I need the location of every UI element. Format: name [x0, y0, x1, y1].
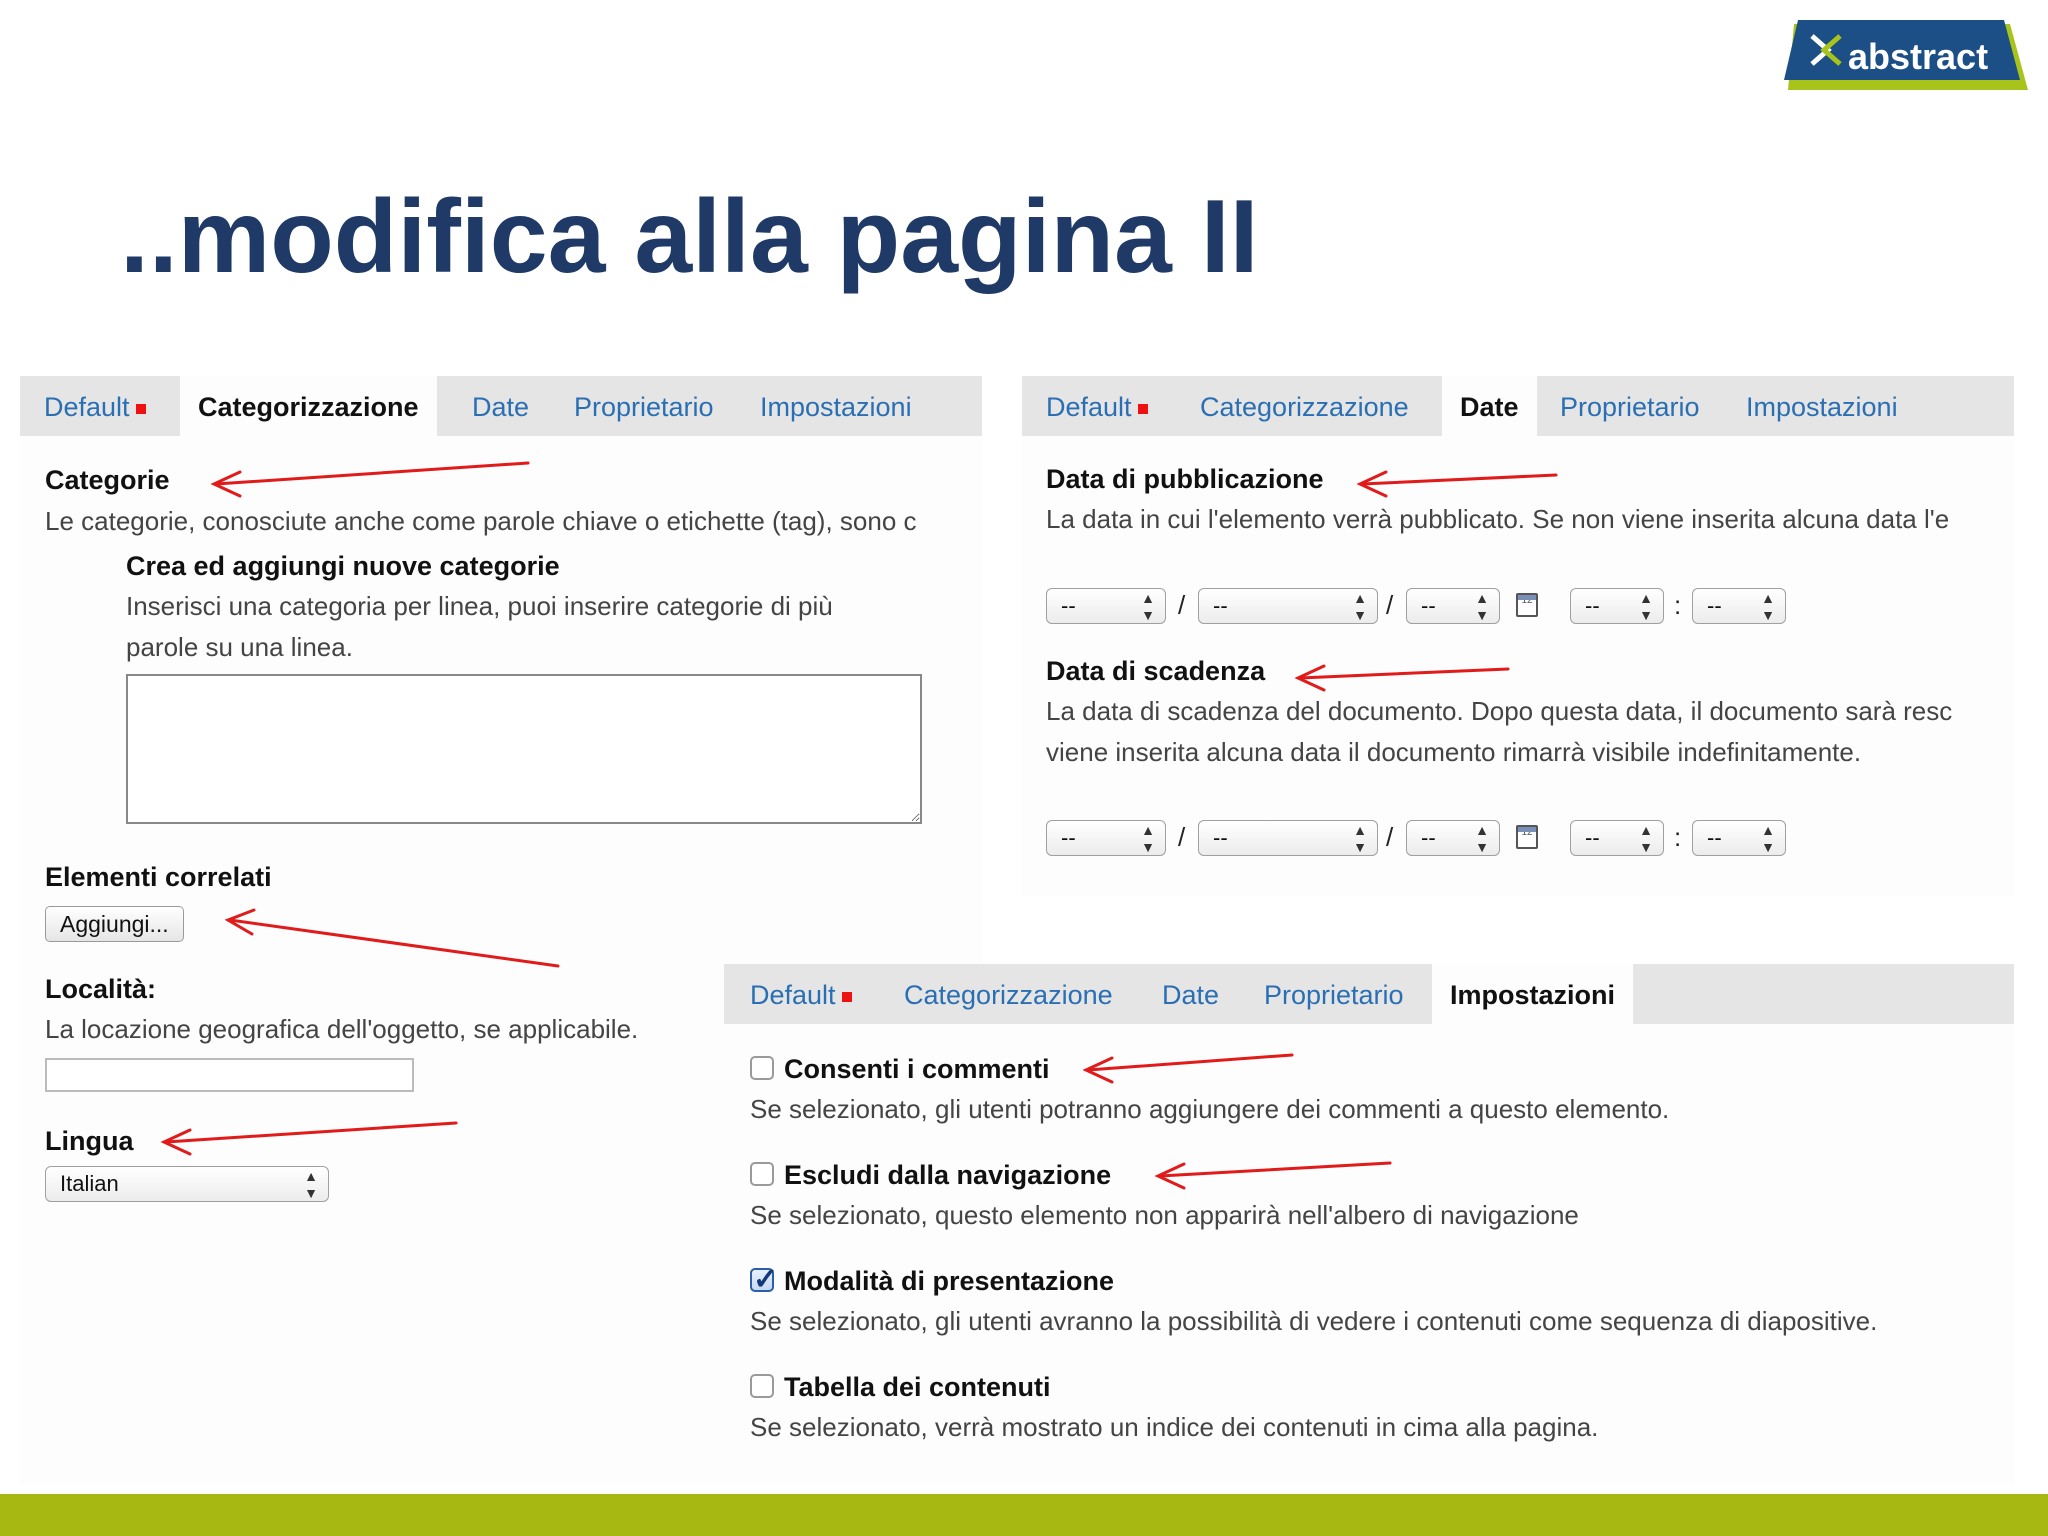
pub-minute-select[interactable]: -- ▲ ▼ — [1692, 588, 1786, 624]
tab-categorizzazione[interactable]: Categorizzazione — [180, 376, 437, 436]
elementi-correlati-label: Elementi correlati — [45, 862, 272, 892]
select-arrows-icon: ▲ ▼ — [1639, 590, 1653, 623]
presentazione-checkbox[interactable] — [750, 1262, 778, 1297]
exp-day-select[interactable]: -- ▲ ▼ — [1046, 820, 1166, 856]
required-marker — [841, 991, 852, 1002]
exp-year-select[interactable]: -- ▲ ▼ — [1406, 820, 1500, 856]
tab-default[interactable]: Default — [750, 964, 852, 1024]
tab-date[interactable]: Date — [1442, 376, 1537, 436]
exp-hour-select[interactable]: -- ▲ ▼ — [1570, 820, 1664, 856]
lingua-label: Lingua — [45, 1126, 134, 1156]
lingua-selected-value: Italian — [60, 1171, 119, 1196]
localita-label: Località: — [45, 974, 157, 1004]
aggiungi-button[interactable]: Aggiungi... — [45, 906, 184, 942]
escludi-navigazione-label: Escludi dalla navigazione — [784, 1160, 1112, 1190]
scadenza-help-1: La data di scadenza del documento. Dopo … — [1046, 696, 1953, 726]
categories-textarea[interactable] — [126, 674, 922, 824]
select-arrows-icon: ▲ ▼ — [1761, 590, 1775, 623]
tab-date[interactable]: Date — [1162, 964, 1219, 1024]
select-arrows-icon: ▲ ▼ — [1475, 590, 1489, 623]
localita-input[interactable] — [45, 1058, 414, 1092]
select-arrows-icon: ▲ ▼ — [1353, 822, 1367, 855]
settings-panel: Default Categorizzazione Date Proprietar… — [724, 964, 2014, 1484]
tabella-contenuti-help: Se selezionato, verrà mostrato un indice… — [750, 1412, 1599, 1442]
categorie-label: Categorie — [45, 465, 170, 495]
scadenza-label: Data di scadenza — [1046, 656, 1266, 686]
time-separator: : — [1674, 822, 1682, 852]
consenti-commenti-label: Consenti i commenti — [784, 1054, 1050, 1084]
tab-bar: Default Categorizzazione Date Proprietar… — [1022, 376, 2014, 436]
time-separator: : — [1674, 590, 1682, 620]
presentazione-help: Se selezionato, gli utenti avranno la po… — [750, 1306, 1878, 1336]
nuove-categorie-label: Crea ed aggiungi nuove categorie — [126, 551, 560, 581]
tab-categorizzazione[interactable]: Categorizzazione — [1200, 376, 1409, 436]
escludi-navigazione-help: Se selezionato, questo elemento non appa… — [750, 1200, 1579, 1230]
footer-band — [0, 1494, 2048, 1536]
tab-bar: Default Categorizzazione Date Proprietar… — [724, 964, 2014, 1024]
select-arrows-icon: ▲ ▼ — [1353, 590, 1367, 623]
required-marker — [1137, 403, 1148, 414]
select-arrows-icon: ▲ ▼ — [1475, 822, 1489, 855]
consenti-commenti-checkbox[interactable] — [750, 1056, 774, 1080]
select-arrows-icon: ▲ ▼ — [1639, 822, 1653, 855]
pubblicazione-help: La data in cui l'elemento verrà pubblica… — [1046, 504, 1950, 534]
tab-categorizzazione[interactable]: Categorizzazione — [904, 964, 1113, 1024]
dates-panel: Default Categorizzazione Date Proprietar… — [1022, 376, 2014, 896]
select-arrows-icon: ▲ ▼ — [304, 1168, 318, 1201]
tab-impostazioni[interactable]: Impostazioni — [1746, 376, 1898, 436]
tab-default[interactable]: Default — [1046, 376, 1148, 436]
tab-default[interactable]: Default — [44, 376, 146, 436]
select-arrows-icon: ▲ ▼ — [1761, 822, 1775, 855]
date-separator: / — [1386, 822, 1394, 852]
tab-proprietario[interactable]: Proprietario — [1264, 964, 1404, 1024]
tab-proprietario[interactable]: Proprietario — [1560, 376, 1700, 436]
tabella-contenuti-checkbox[interactable] — [750, 1374, 774, 1398]
pub-day-select[interactable]: -- ▲ ▼ — [1046, 588, 1166, 624]
categorie-help: Le categorie, conosciute anche come paro… — [45, 506, 917, 536]
pub-hour-select[interactable]: -- ▲ ▼ — [1570, 588, 1664, 624]
date-separator: / — [1178, 822, 1186, 852]
select-arrows-icon: ▲ ▼ — [1141, 590, 1155, 623]
calendar-icon[interactable]: 12 — [1516, 593, 1538, 617]
tab-bar: Default Categorizzazione Date Proprietar… — [20, 376, 982, 436]
lingua-select[interactable]: Italian ▲ ▼ — [45, 1166, 329, 1202]
tabella-contenuti-label: Tabella dei contenuti — [784, 1372, 1051, 1402]
exp-minute-select[interactable]: -- ▲ ▼ — [1692, 820, 1786, 856]
select-arrows-icon: ▲ ▼ — [1141, 822, 1155, 855]
date-separator: / — [1386, 590, 1394, 620]
localita-help: La locazione geografica dell'oggetto, se… — [45, 1014, 639, 1044]
calendar-icon[interactable]: 12 — [1516, 825, 1538, 849]
tab-proprietario[interactable]: Proprietario — [574, 376, 714, 436]
nuove-categorie-help-1: Inserisci una categoria per linea, puoi … — [126, 591, 833, 621]
nuove-categorie-help-2: parole su una linea. — [126, 632, 353, 662]
consenti-commenti-help: Se selezionato, gli utenti potranno aggi… — [750, 1094, 1670, 1124]
escludi-navigazione-checkbox[interactable] — [750, 1162, 774, 1186]
slide-title: ..modifica alla pagina II — [120, 179, 1259, 295]
tab-date[interactable]: Date — [472, 376, 529, 436]
logo-text: abstract — [1848, 36, 1989, 77]
tab-impostazioni[interactable]: Impostazioni — [760, 376, 912, 436]
pubblicazione-label: Data di pubblicazione — [1046, 464, 1324, 494]
exp-month-select[interactable]: -- ▲ ▼ — [1198, 820, 1378, 856]
scadenza-help-2: viene inserita alcuna data il documento … — [1046, 737, 1862, 767]
required-marker — [135, 403, 146, 414]
date-separator: / — [1178, 590, 1186, 620]
presentazione-label: Modalità di presentazione — [784, 1266, 1115, 1296]
pub-year-select[interactable]: -- ▲ ▼ — [1406, 588, 1500, 624]
tab-impostazioni[interactable]: Impostazioni — [1432, 964, 1634, 1024]
pub-month-select[interactable]: -- ▲ ▼ — [1198, 588, 1378, 624]
